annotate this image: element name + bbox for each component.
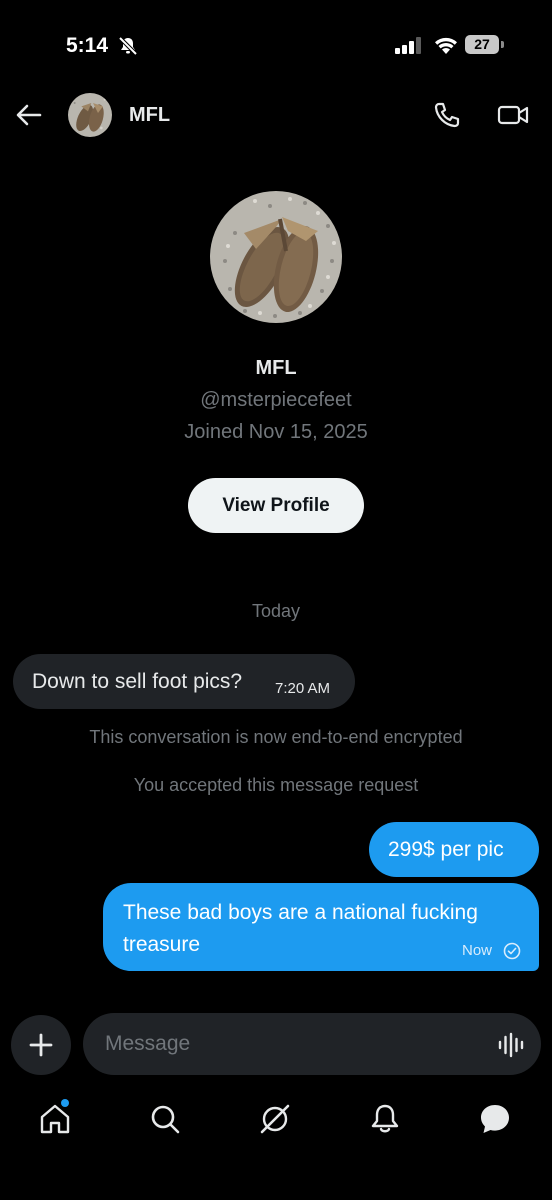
view-profile-button[interactable]: View Profile [188,478,364,533]
silent-bell-icon [118,36,138,56]
incoming-message-text: Down to sell foot pics? [32,670,243,693]
system-message-request-accepted: You accepted this message request [133,775,419,795]
video-call-icon[interactable] [496,100,530,130]
outgoing-message-time: Now [462,942,493,959]
outgoing-message-text: 299$ per pic [388,838,504,861]
home-icon[interactable] [38,1102,72,1136]
plus-icon [29,1033,53,1057]
battery-nub [501,41,504,48]
message-input-placeholder: Message [105,1032,191,1055]
profile-joined-date: Joined Nov 15, 2025 [184,421,368,443]
header-title[interactable]: MFL [129,104,170,127]
battery-indicator: 27 [465,35,499,54]
profile-handle: @msterpiecefeet [200,389,352,411]
phone-call-icon[interactable] [432,100,462,130]
header-avatar[interactable] [68,93,112,137]
system-message-encrypted: This conversation is now end-to-end encr… [89,727,463,747]
add-attachment-button[interactable] [11,1015,71,1075]
back-arrow-icon[interactable] [14,100,44,130]
profile-avatar[interactable] [210,191,342,323]
sandals-photo-icon [210,191,342,323]
cellular-signal-icon [395,37,421,54]
search-icon[interactable] [148,1102,182,1136]
sent-check-icon [503,942,521,960]
date-separator: Today [251,601,301,621]
sandals-photo-icon [68,93,112,137]
messages-icon[interactable] [478,1102,512,1136]
grok-icon[interactable] [258,1102,292,1136]
voice-message-icon[interactable] [497,1032,525,1058]
wifi-icon [435,37,457,54]
profile-name: MFL [255,357,297,379]
status-time: 5:14 [66,34,109,57]
incoming-message-time: 7:20 AM [275,680,331,697]
notifications-bell-icon[interactable] [368,1102,402,1136]
home-notification-dot [61,1099,69,1107]
